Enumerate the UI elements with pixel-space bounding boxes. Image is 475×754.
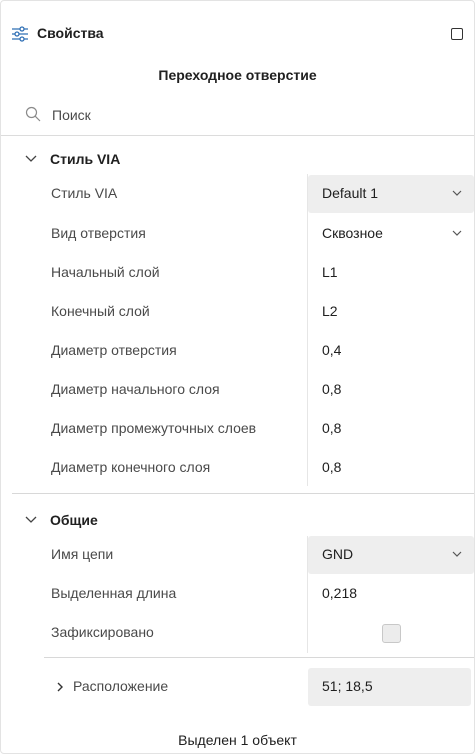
property-value[interactable]: 0,8 bbox=[322, 420, 341, 436]
selection-status: Выделен 1 объект bbox=[178, 732, 297, 748]
maximize-button[interactable] bbox=[451, 28, 463, 40]
dropdown-value: Default 1 bbox=[322, 185, 379, 201]
section-title: Стиль VIA bbox=[50, 151, 121, 167]
property-value[interactable]: 0,218 bbox=[322, 585, 357, 601]
property-label: Диаметр отверстия bbox=[51, 342, 177, 358]
properties-panel: Свойства Переходное отверстие Поиск Стил… bbox=[0, 0, 475, 754]
property-label: Выделенная длина bbox=[51, 585, 177, 601]
chevron-right-icon[interactable] bbox=[57, 682, 64, 692]
property-label: Диаметр начального слоя bbox=[51, 381, 220, 397]
panel-title: Свойства bbox=[37, 25, 104, 41]
property-value[interactable]: L2 bbox=[322, 303, 338, 319]
property-row-locked: Зафиксировано bbox=[1, 614, 474, 652]
property-value[interactable]: 0,8 bbox=[322, 459, 341, 475]
search-bar[interactable]: Поиск bbox=[1, 97, 474, 136]
dropdown-value: GND bbox=[322, 546, 354, 562]
section-divider bbox=[12, 493, 474, 494]
section-via-style-header[interactable]: Стиль VIA bbox=[1, 148, 474, 172]
property-row-selected-length: Выделенная длина 0,218 bbox=[1, 575, 474, 613]
property-label: Вид отверстия bbox=[51, 225, 146, 241]
property-label: Конечный слой bbox=[51, 303, 150, 319]
property-value[interactable]: 0,8 bbox=[322, 381, 341, 397]
property-row-mid-layers-diameter: Диаметр промежуточных слоев 0,8 bbox=[1, 410, 474, 448]
property-label: Диаметр конечного слоя bbox=[51, 459, 211, 475]
chevron-down-icon bbox=[452, 551, 462, 557]
property-label: Зафиксировано bbox=[51, 624, 154, 640]
property-row-via-style: Стиль VIA Default 1 bbox=[1, 175, 474, 213]
property-row-location[interactable]: Расположение 51; 18,5 bbox=[1, 668, 474, 706]
via-style-dropdown[interactable]: Default 1 bbox=[308, 175, 474, 213]
property-row-end-layer-diameter: Диаметр конечного слоя 0,8 bbox=[1, 449, 474, 487]
sliders-icon bbox=[12, 26, 28, 42]
section-general-header[interactable]: Общие bbox=[1, 509, 474, 533]
property-label: Начальный слой bbox=[51, 264, 160, 280]
object-type-title: Переходное отверстие bbox=[158, 67, 317, 83]
chevron-down-icon bbox=[452, 190, 462, 196]
chevron-down-icon bbox=[25, 155, 37, 162]
locked-checkbox[interactable] bbox=[382, 624, 401, 643]
panel-header: Свойства bbox=[1, 1, 474, 47]
search-input[interactable]: Поиск bbox=[52, 107, 91, 123]
property-row-start-layer: Начальный слой L1 bbox=[1, 254, 474, 292]
chevron-down-icon bbox=[25, 516, 37, 523]
property-label: Имя цепи bbox=[51, 546, 114, 562]
search-icon bbox=[25, 106, 41, 122]
property-row-hole-diameter: Диаметр отверстия 0,4 bbox=[1, 332, 474, 370]
dropdown-value: Сквозное bbox=[322, 225, 383, 241]
property-label: Расположение bbox=[73, 678, 169, 694]
property-value[interactable]: 0,4 bbox=[322, 342, 341, 358]
chevron-down-icon bbox=[452, 230, 462, 236]
property-label: Стиль VIA bbox=[51, 185, 118, 201]
property-row-net-name: Имя цепи GND bbox=[1, 536, 474, 574]
property-row-start-layer-diameter: Диаметр начального слоя 0,8 bbox=[1, 371, 474, 409]
location-field[interactable]: 51; 18,5 bbox=[308, 668, 471, 706]
hole-type-dropdown[interactable]: Сквозное bbox=[308, 215, 474, 253]
subsection-divider bbox=[44, 657, 474, 658]
property-label: Диаметр промежуточных слоев bbox=[51, 420, 257, 436]
section-title: Общие bbox=[50, 512, 98, 528]
property-row-hole-type: Вид отверстия Сквозное bbox=[1, 215, 474, 253]
property-value: 51; 18,5 bbox=[322, 678, 373, 694]
net-name-dropdown[interactable]: GND bbox=[308, 536, 474, 574]
property-row-end-layer: Конечный слой L2 bbox=[1, 293, 474, 331]
property-value[interactable]: L1 bbox=[322, 264, 338, 280]
